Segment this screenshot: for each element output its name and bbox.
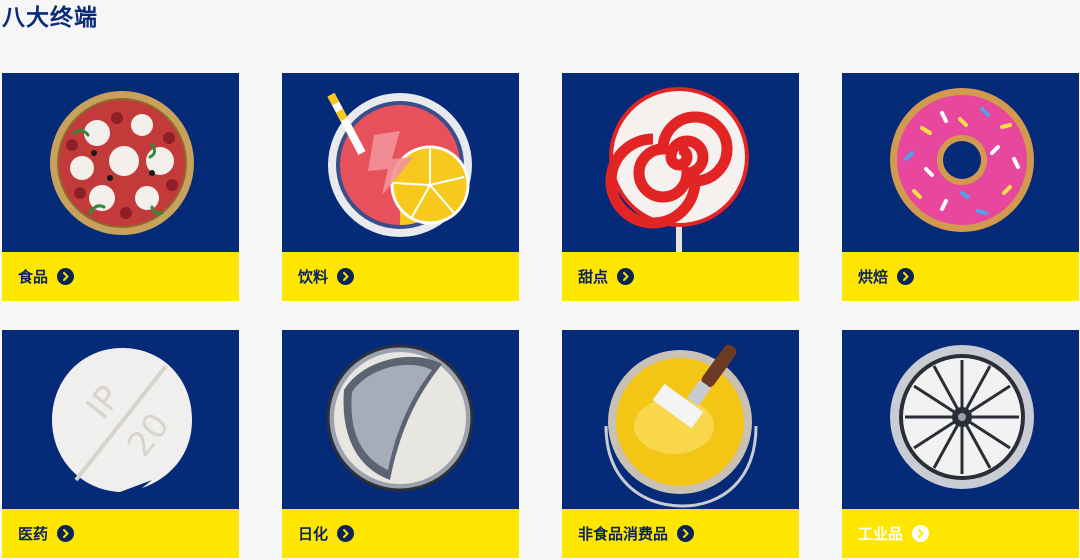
card-label: 饮料 [298,267,329,286]
card-art [842,330,1079,509]
card-label-bar: 烘焙 [842,252,1079,301]
card-art [842,73,1079,252]
card-household[interactable]: 日化 [282,330,519,558]
card-beverage[interactable]: 饮料 [282,73,519,301]
paint-bucket-icon [604,344,758,508]
chevron-right-circle-icon [912,525,930,542]
card-art [2,73,239,252]
pill-icon: IP 20 [52,348,192,492]
card-industrial[interactable]: 工业品 [842,330,1079,558]
drink-icon [327,92,472,237]
card-label: 日化 [298,524,329,543]
card-art [282,73,519,252]
seal-lid-icon [326,344,474,492]
card-label: 医药 [18,524,49,543]
card-label-bar: 食品 [2,252,239,301]
card-label: 甜点 [578,267,609,286]
pizza-icon [50,91,194,235]
chevron-right-circle-icon [57,268,75,285]
chevron-right-circle-icon [337,268,355,285]
card-label: 烘焙 [858,267,889,286]
card-art [562,330,799,509]
chevron-right-circle-icon [337,525,355,542]
card-pharma[interactable]: IP 20 医药 [2,330,239,558]
card-label-bar: 甜点 [562,252,799,301]
card-art: IP 20 [2,330,239,509]
card-label: 工业品 [858,524,904,543]
turbine-icon [890,345,1034,489]
chevron-right-circle-icon [677,525,695,542]
card-art [562,73,799,252]
card-non-food-consumer[interactable]: 非食品消费品 [562,330,799,558]
chevron-right-circle-icon [57,525,75,542]
card-label-bar: 非食品消费品 [562,509,799,558]
card-art [282,330,519,509]
card-label: 非食品消费品 [578,524,669,543]
chevron-right-circle-icon [897,268,915,285]
card-label: 食品 [18,267,49,286]
card-food[interactable]: 食品 [2,73,239,301]
card-bakery[interactable]: 烘焙 [842,73,1079,301]
card-dessert[interactable]: 甜点 [562,73,799,301]
donut-icon [890,88,1034,232]
card-label-bar: 工业品 [842,509,1079,558]
lollipop-icon [605,87,749,252]
chevron-right-circle-icon [617,268,635,285]
card-label-bar: 医药 [2,509,239,558]
card-label-bar: 日化 [282,509,519,558]
card-label-bar: 饮料 [282,252,519,301]
page-title: 八大终端 [2,5,98,31]
